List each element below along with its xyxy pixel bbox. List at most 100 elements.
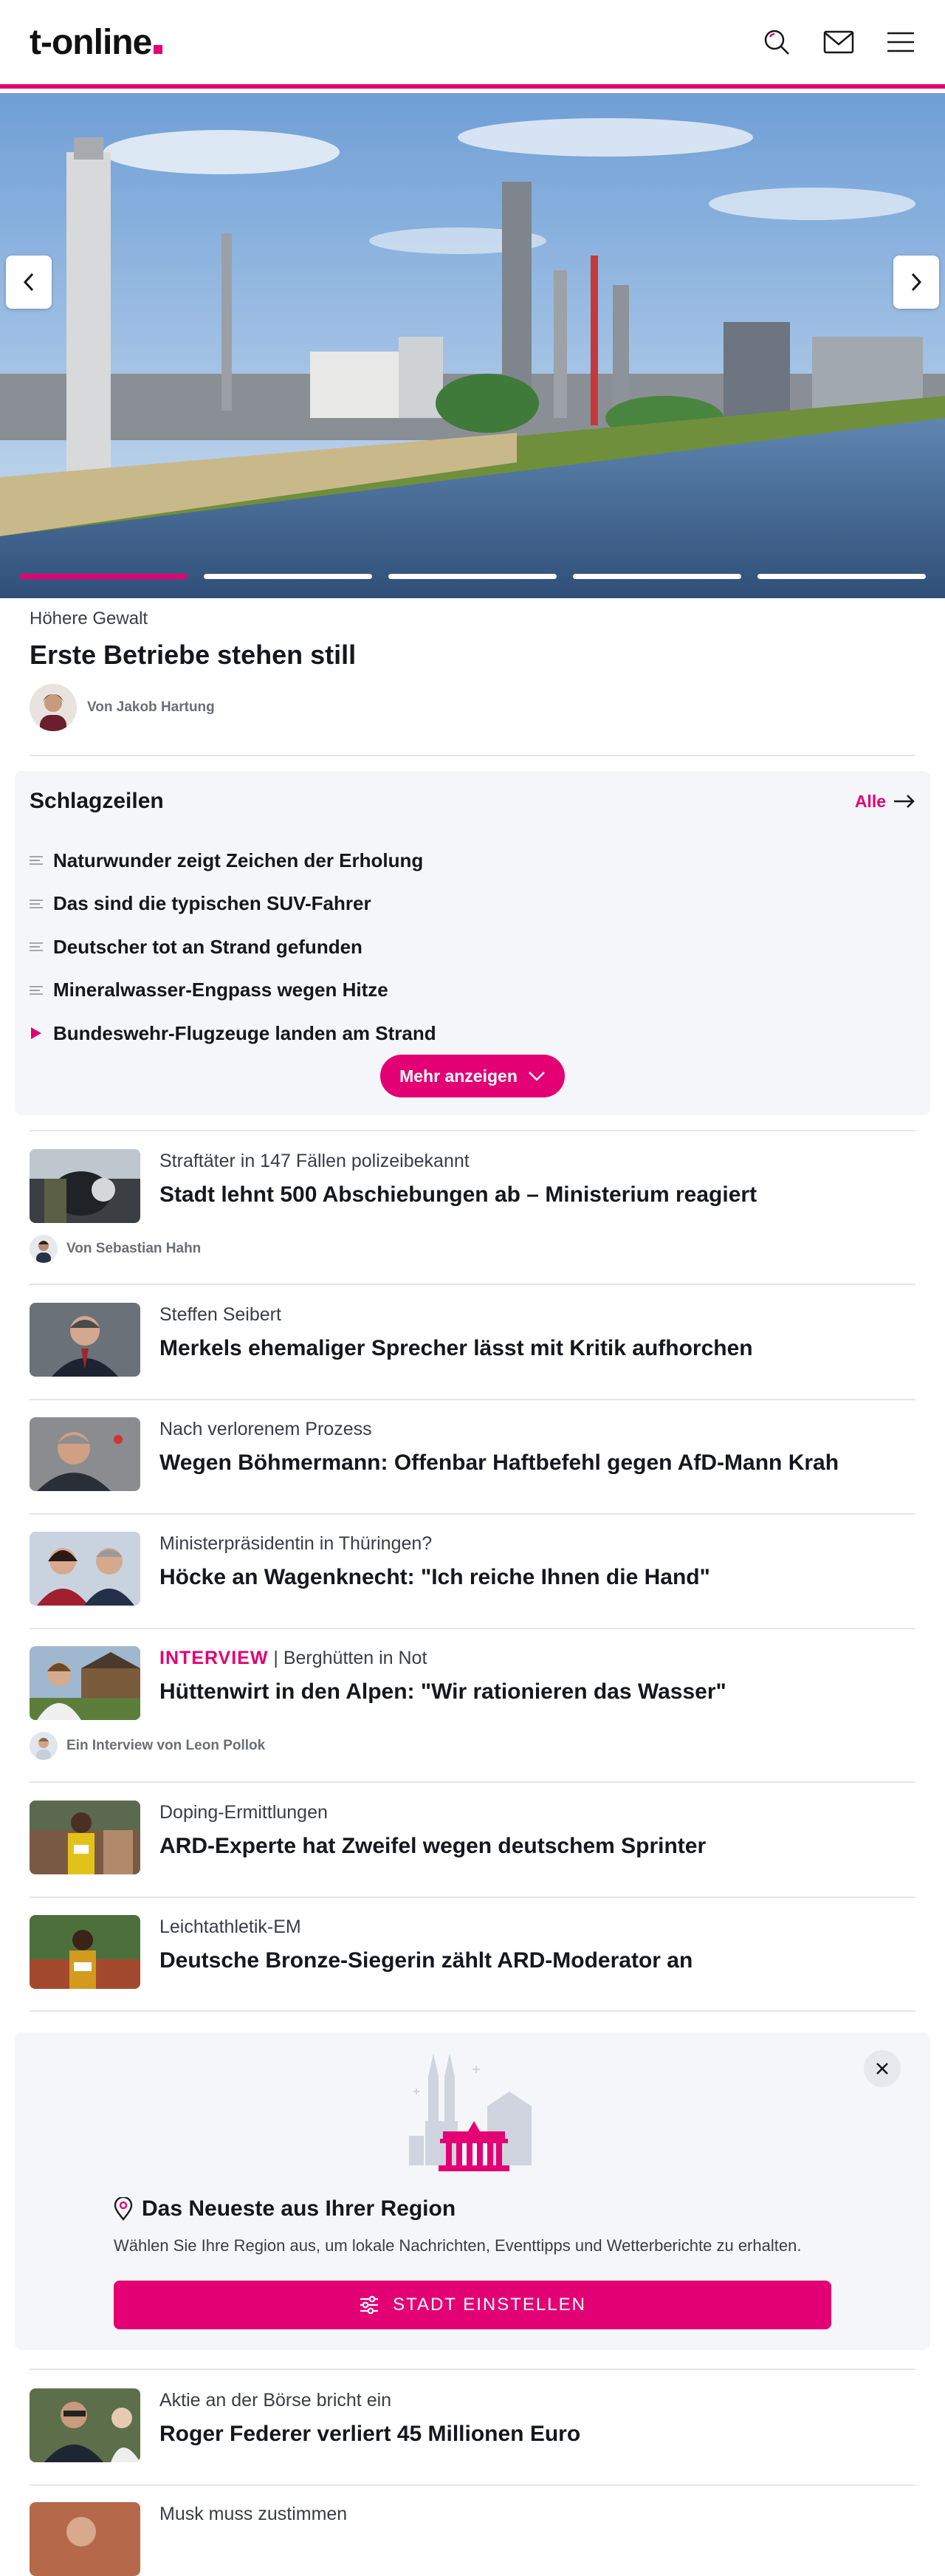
chevron-left-icon	[23, 273, 34, 292]
divider	[30, 1130, 915, 1131]
show-more-button[interactable]: Mehr anzeigen	[380, 1055, 565, 1097]
avatar	[30, 1732, 58, 1760]
sliders-icon	[360, 2295, 379, 2315]
hero-author: Von Jakob Hartung	[30, 684, 915, 731]
article-teaser[interactable]: Nach verlorenem Prozess Wegen Böhmermann…	[30, 1417, 915, 1491]
t-online-logo[interactable]: t-online	[30, 22, 163, 63]
all-headlines-link[interactable]: Alle	[855, 792, 915, 812]
location-pin-icon	[114, 2197, 133, 2221]
article-teaser[interactable]: Ministerpräsidentin in Thüringen? Höcke …	[30, 1532, 915, 1606]
author-name[interactable]: Ein Interview von Leon Pollok	[66, 1738, 265, 1754]
headline-text: Bundeswehr-Flugzeuge landen am Strand	[53, 1021, 436, 1044]
article-teaser[interactable]: Musk muss zustimmen	[30, 2502, 915, 2576]
headline-item[interactable]: Naturwunder zeigt Zeichen der Erholung	[30, 839, 915, 883]
slide-indicator[interactable]	[204, 574, 372, 579]
divider	[30, 1781, 915, 1783]
menu-icon[interactable]	[884, 26, 917, 58]
article-thumbnail	[30, 1532, 140, 1606]
article-kicker: Musk muss zustimmen	[159, 2504, 348, 2524]
divider	[30, 755, 915, 756]
headline-item[interactable]: Mineralwasser-Engpass wegen Hitze	[30, 969, 915, 1013]
article-thumbnail	[30, 1915, 140, 1989]
article-title[interactable]: Stadt lehnt 500 Abschiebungen ab – Minis…	[159, 1182, 757, 1208]
headline-text: Das sind die typischen SUV-Fahrer	[53, 892, 371, 915]
chevron-right-icon	[911, 273, 922, 292]
all-label: Alle	[854, 791, 886, 811]
slider-prev-button[interactable]	[6, 256, 52, 309]
search-icon[interactable]	[760, 26, 793, 58]
hero-slider[interactable]	[0, 93, 945, 598]
author-name[interactable]: Von Jakob Hartung	[87, 699, 215, 716]
headline-list: Naturwunder zeigt Zeichen der Erholung D…	[30, 839, 915, 1055]
article-thumbnail	[30, 1646, 140, 1720]
hero-title[interactable]: Erste Betriebe stehen still	[30, 640, 915, 671]
region-title: Das Neueste aus Ihrer Region	[142, 2196, 456, 2221]
headline-text: Mineralwasser-Engpass wegen Hitze	[53, 979, 388, 1001]
article-teaser[interactable]: Straftäter in 147 Fällen polizeibekannt …	[30, 1149, 915, 1223]
author-name[interactable]: Von Sebastian Hahn	[66, 1241, 201, 1257]
divider	[30, 2010, 915, 2012]
site-header: t-online	[0, 0, 945, 89]
slider-next-button[interactable]	[893, 256, 939, 309]
mail-icon[interactable]	[822, 26, 855, 58]
arrow-right-icon	[894, 795, 915, 808]
logo-dot	[154, 44, 163, 54]
article-title[interactable]: Merkels ehemaliger Sprecher lässt mit Kr…	[159, 1336, 753, 1361]
article-kicker: Steffen Seibert	[159, 1304, 281, 1325]
divider	[30, 1284, 915, 1285]
avatar	[30, 684, 77, 731]
article-kicker: Doping-Ermittlungen	[159, 1802, 328, 1823]
logo-text: t-online	[30, 22, 152, 62]
hero-kicker: Höhere Gewalt	[30, 609, 148, 628]
set-city-button[interactable]: STADT EINSTELLEN	[114, 2281, 831, 2329]
article-author: Von Sebastian Hahn	[30, 1235, 201, 1263]
article-teaser[interactable]: Leichtathletik-EM Deutsche Bronze-Sieger…	[30, 1915, 915, 1989]
hero-caption[interactable]: Höhere Gewalt Erste Betriebe stehen stil…	[15, 598, 930, 731]
article-thumbnail	[30, 1149, 140, 1223]
article-title[interactable]: Roger Federer verliert 45 Millionen Euro	[159, 2422, 580, 2447]
article-thumbnail	[30, 2502, 140, 2576]
hero-image	[0, 93, 945, 598]
region-promo: Das Neueste aus Ihrer Region Wählen Sie …	[15, 2032, 930, 2350]
article-title[interactable]: Höcke an Wagenknecht: "Ich reiche Ihnen …	[159, 1565, 710, 1590]
article-teaser[interactable]: Steffen Seibert Merkels ehemaliger Sprec…	[30, 1303, 915, 1377]
article-kicker: Straftäter in 147 Fällen polizeibekannt	[159, 1151, 470, 1171]
divider	[30, 1628, 915, 1629]
slide-indicator[interactable]	[573, 574, 741, 579]
slide-indicator[interactable]	[757, 574, 926, 579]
article-author: Ein Interview von Leon Pollok	[30, 1732, 265, 1760]
divider	[30, 1897, 915, 1898]
headline-item[interactable]: Das sind die typischen SUV-Fahrer	[30, 883, 915, 926]
set-city-label: STADT EINSTELLEN	[393, 2295, 586, 2315]
slide-indicator[interactable]	[388, 574, 557, 579]
text-lines-icon	[30, 942, 43, 952]
region-title-row: Das Neueste aus Ihrer Region	[114, 2196, 456, 2222]
article-teaser[interactable]: Aktie an der Börse bricht ein Roger Fede…	[30, 2388, 915, 2462]
article-kicker: INTERVIEW | Berghütten in Not	[159, 1648, 427, 1668]
article-title[interactable]: Deutsche Bronze-Siegerin zählt ARD-Moder…	[159, 1948, 693, 1973]
close-icon	[876, 2063, 888, 2075]
article-title[interactable]: ARD-Experte hat Zweifel wegen deutschem …	[159, 1834, 706, 1859]
article-thumbnail	[30, 1417, 140, 1491]
text-lines-icon	[30, 985, 43, 996]
article-kicker: Nach verlorenem Prozess	[159, 1419, 372, 1439]
article-kicker: Ministerpräsidentin in Thüringen?	[159, 1533, 433, 1554]
article-teaser[interactable]: Doping-Ermittlungen ARD-Experte hat Zwei…	[30, 1801, 915, 1874]
chevron-down-icon	[528, 1072, 545, 1081]
headline-item[interactable]: Deutscher tot an Strand gefunden	[30, 925, 915, 969]
article-thumbnail	[30, 2388, 140, 2462]
article-teaser[interactable]: INTERVIEW | Berghütten in Not Hüttenwirt…	[30, 1646, 915, 1720]
show-more-label: Mehr anzeigen	[399, 1066, 518, 1086]
article-title[interactable]: Wegen Böhmermann: Offenbar Haftbefehl ge…	[159, 1450, 839, 1476]
text-lines-icon	[30, 899, 43, 909]
slide-indicator[interactable]	[19, 574, 188, 579]
article-title[interactable]: Hüttenwirt in den Alpen: "Wir rationiere…	[159, 1679, 726, 1705]
headline-text: Naturwunder zeigt Zeichen der Erholung	[53, 849, 424, 871]
article-kicker: Aktie an der Börse bricht ein	[159, 2390, 392, 2411]
close-button[interactable]	[864, 2050, 901, 2087]
interview-label: INTERVIEW	[159, 1648, 269, 1668]
headline-item[interactable]: Bundeswehr-Flugzeuge landen am Strand	[30, 1012, 915, 1055]
divider	[30, 1399, 915, 1400]
header-actions	[760, 26, 917, 58]
divider	[30, 2484, 915, 2486]
